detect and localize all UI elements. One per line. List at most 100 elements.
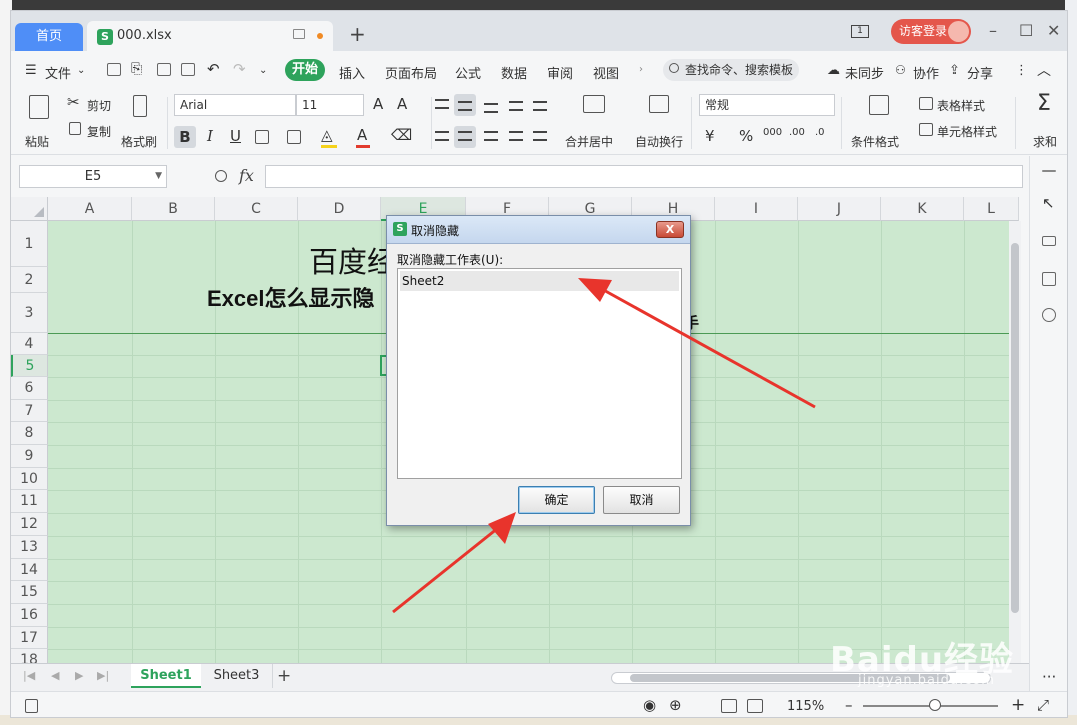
- print-preview-icon[interactable]: [181, 63, 195, 76]
- menu-file[interactable]: 文件: [45, 63, 71, 82]
- more-options-icon[interactable]: ⋮: [1015, 63, 1028, 78]
- chevron-down-icon[interactable]: ⌄: [77, 65, 85, 76]
- sum-icon[interactable]: Σ: [1037, 91, 1051, 116]
- row-header-17[interactable]: 17: [11, 627, 48, 649]
- quick-access-chevron-icon[interactable]: ⌄: [259, 65, 267, 76]
- indent-increase-icon[interactable]: [533, 101, 547, 111]
- formula-input[interactable]: [265, 165, 1023, 188]
- row-header-8[interactable]: 8: [11, 422, 48, 445]
- column-header-a[interactable]: A: [48, 197, 132, 221]
- row-header-16[interactable]: 16: [11, 604, 48, 627]
- minimize-button[interactable]: –: [989, 21, 997, 40]
- collapse-ribbon-icon[interactable]: ︿: [1037, 60, 1051, 80]
- vertical-scroll-thumb[interactable]: [1011, 243, 1019, 613]
- select-all-corner[interactable]: [11, 197, 48, 221]
- cancel-button[interactable]: 取消: [603, 486, 680, 514]
- visitor-login-button[interactable]: 访客登录: [891, 19, 971, 44]
- column-header-l[interactable]: L: [964, 197, 1019, 221]
- menu-icon[interactable]: ☰: [25, 63, 37, 78]
- sum-button[interactable]: 求和: [1033, 133, 1057, 150]
- format-painter-button[interactable]: 格式刷: [121, 133, 157, 150]
- maximize-button[interactable]: ☐: [1019, 21, 1033, 40]
- italic-button[interactable]: I: [207, 127, 213, 145]
- font-color-icon[interactable]: A: [357, 126, 367, 144]
- fill-pattern-icon[interactable]: [287, 130, 301, 144]
- row-header-15[interactable]: 15: [11, 581, 48, 604]
- distribute-icon[interactable]: [533, 131, 547, 141]
- row-header-9[interactable]: 9: [11, 445, 48, 468]
- row-header-7[interactable]: 7: [11, 400, 48, 422]
- menu-more-arrow-icon[interactable]: ›: [639, 64, 643, 75]
- macro-icon[interactable]: [25, 699, 38, 713]
- cut-button[interactable]: 剪切: [87, 97, 111, 114]
- format-painter-icon[interactable]: [133, 95, 147, 117]
- dialog-close-button[interactable]: X: [656, 221, 684, 238]
- last-sheet-arrow-icon[interactable]: ▶|: [97, 669, 109, 682]
- zoom-formula-icon[interactable]: [215, 170, 227, 182]
- align-left-icon[interactable]: [435, 131, 449, 141]
- help-icon[interactable]: [1042, 308, 1056, 322]
- menu-review[interactable]: 审阅: [547, 63, 573, 82]
- merge-center-button[interactable]: 合并居中: [565, 133, 613, 150]
- row-header-2[interactable]: 2: [11, 267, 48, 293]
- row-header-6[interactable]: 6: [11, 377, 48, 400]
- window-count-badge[interactable]: 1: [851, 25, 869, 38]
- list-item-sheet2[interactable]: Sheet2: [400, 271, 679, 291]
- merged-subtitle-cell[interactable]: Excel怎么显示隐: [207, 281, 375, 313]
- percent-icon[interactable]: %: [739, 127, 753, 145]
- share-button[interactable]: 分享: [967, 63, 993, 82]
- new-tab-button[interactable]: +: [349, 24, 366, 44]
- menu-formula[interactable]: 公式: [455, 63, 481, 82]
- column-header-c[interactable]: C: [215, 197, 298, 221]
- thousands-icon[interactable]: 000: [763, 127, 782, 138]
- panel-menu-icon[interactable]: [1042, 170, 1056, 172]
- menu-data[interactable]: 数据: [501, 63, 527, 82]
- menu-view[interactable]: 视图: [593, 63, 619, 82]
- copy-button[interactable]: 复制: [87, 123, 111, 140]
- row-header-11[interactable]: 11: [11, 490, 48, 513]
- fill-color-icon[interactable]: ◬: [321, 126, 333, 144]
- vertical-scrollbar[interactable]: [1009, 221, 1021, 667]
- number-format-select[interactable]: 常规: [699, 94, 835, 116]
- cell-style-button[interactable]: 单元格样式: [937, 123, 997, 140]
- align-top-icon[interactable]: [435, 99, 449, 109]
- font-size-select[interactable]: 11: [296, 94, 364, 116]
- fullscreen-icon[interactable]: ⤢: [1037, 696, 1049, 714]
- hidden-sheets-list[interactable]: Sheet2: [397, 268, 682, 479]
- underline-button[interactable]: U: [230, 127, 241, 145]
- undo-icon[interactable]: ↶: [207, 60, 220, 78]
- normal-view-icon[interactable]: [721, 699, 737, 713]
- more-panel-icon[interactable]: ···: [1042, 668, 1056, 686]
- tab-document[interactable]: S 000.xlsx: [87, 21, 333, 51]
- print-icon[interactable]: [157, 63, 171, 76]
- row-header-1[interactable]: 1: [11, 221, 48, 267]
- font-name-select[interactable]: Arial: [174, 94, 296, 116]
- column-header-j[interactable]: J: [798, 197, 881, 221]
- align-bottom-icon[interactable]: [484, 103, 498, 113]
- name-box[interactable]: E5 ▼: [19, 165, 167, 188]
- decrease-decimal-icon[interactable]: .0: [815, 127, 825, 138]
- sheet-tab-sheet1[interactable]: Sheet1: [131, 664, 201, 688]
- next-sheet-arrow-icon[interactable]: ▶: [75, 669, 83, 682]
- column-header-d[interactable]: D: [298, 197, 381, 221]
- save-icon[interactable]: [107, 63, 121, 76]
- menu-start[interactable]: 开始: [285, 59, 325, 81]
- redo-icon[interactable]: ↷: [233, 60, 246, 78]
- row-header-5[interactable]: 5: [11, 355, 48, 377]
- wrap-text-button[interactable]: 自动换行: [635, 133, 683, 150]
- row-header-10[interactable]: 10: [11, 468, 48, 490]
- eye-protection-icon[interactable]: ◉: [643, 696, 656, 714]
- row-header-3[interactable]: 3: [11, 293, 48, 333]
- increase-decimal-icon[interactable]: .00: [789, 127, 805, 138]
- cursor-select-icon[interactable]: ↖: [1042, 194, 1055, 212]
- column-header-i[interactable]: I: [715, 197, 798, 221]
- row-header-18[interactable]: 18: [11, 649, 48, 663]
- table-style-button[interactable]: 表格样式: [937, 97, 985, 114]
- row-header-4[interactable]: 4: [11, 333, 48, 355]
- merged-title-cell[interactable]: 百度经: [309, 239, 396, 281]
- zoom-in-icon[interactable]: +: [1011, 695, 1025, 715]
- paste-button[interactable]: 粘贴: [25, 133, 49, 150]
- paste-icon[interactable]: [29, 95, 49, 119]
- column-header-b[interactable]: B: [132, 197, 215, 221]
- zoom-level[interactable]: 115%: [787, 699, 824, 714]
